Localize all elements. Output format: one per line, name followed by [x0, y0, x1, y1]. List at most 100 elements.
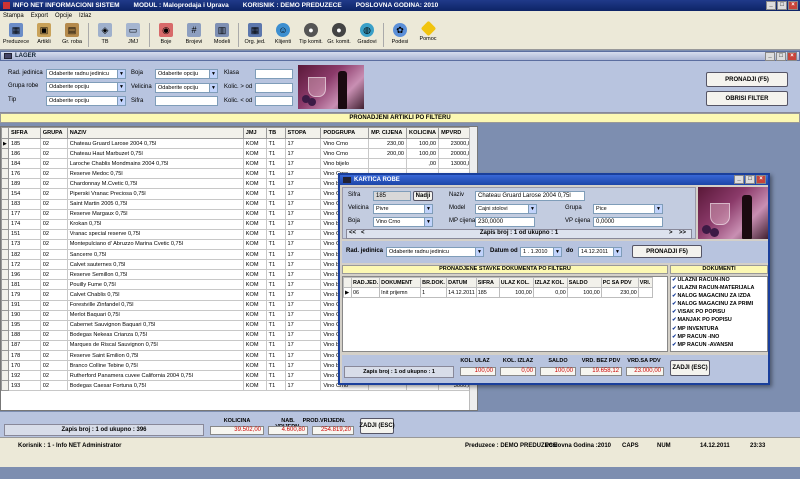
- menu-export[interactable]: Export: [31, 13, 48, 19]
- grupa-robe-select[interactable]: Odaberite opciju ▼: [46, 82, 126, 92]
- sifra-input[interactable]: [155, 96, 218, 106]
- dialog-grupa-select[interactable]: Pice ▼: [593, 204, 663, 214]
- dialog-mp-input[interactable]: 230,0000: [475, 217, 535, 227]
- document-item[interactable]: ✔ULAZNI RACUN-INO: [671, 277, 767, 285]
- document-item[interactable]: ✔ULAZNI RACUN-MATERIJALA: [671, 285, 767, 293]
- toolbar-tb[interactable]: ◈ TB: [91, 21, 119, 49]
- minimize-icon[interactable]: _: [765, 52, 775, 61]
- column-header[interactable]: DOKUMENT: [379, 277, 422, 288]
- toolbar-brojevi[interactable]: # Brojevi: [180, 21, 208, 49]
- nav-last-icon[interactable]: >>: [679, 230, 686, 236]
- zadji-button[interactable]: ZADJI (ESC): [359, 418, 395, 434]
- toolbar-jmj[interactable]: ▭ JMJ: [119, 21, 147, 49]
- table-row[interactable]: ▶ 185 02 Chateau Gruard Larose 2004 0,75l KO…: [1, 137, 477, 150]
- nav-next-icon[interactable]: >: [669, 230, 673, 236]
- checkmark-icon[interactable]: ✔: [672, 301, 677, 307]
- table-row[interactable]: 186 02 Chateau Haut Marbuzet 0,75l KOM T1 17 V…: [1, 148, 477, 160]
- nadji-button[interactable]: Nadji: [413, 191, 433, 201]
- column-header[interactable]: DATUM: [446, 277, 477, 288]
- maximize-icon[interactable]: □: [745, 175, 755, 184]
- checkmark-icon[interactable]: ✔: [672, 326, 677, 332]
- window-icon: [343, 177, 351, 183]
- table-row[interactable]: ▶ 06 Init prijemn 1 14.12.2011 185 100,00 0,00 1…: [343, 287, 653, 298]
- dialog-velicina-select[interactable]: Pivre ▼: [373, 204, 433, 214]
- close-icon[interactable]: ×: [788, 1, 798, 10]
- column-header[interactable]: MP. CIJENA: [368, 127, 408, 139]
- column-header[interactable]: BR.DOK.: [420, 277, 448, 288]
- checkmark-icon[interactable]: ✔: [672, 317, 677, 323]
- column-header[interactable]: NAZIV: [66, 127, 244, 139]
- menu-stampa[interactable]: Stampa: [3, 13, 24, 19]
- column-header[interactable]: IZLAZ KOL.: [532, 277, 568, 288]
- checkmark-icon[interactable]: ✔: [672, 293, 677, 299]
- column-header[interactable]: TB: [265, 127, 286, 139]
- menu-izlaz[interactable]: Izlaz: [79, 13, 91, 19]
- table-cell: 100,00: [406, 148, 440, 160]
- app-year: POSLOVNA GODINA: 2010: [355, 2, 439, 9]
- document-item[interactable]: ✔MP INVENTURA: [671, 326, 767, 334]
- dialog-rad-select[interactable]: Odaberite radnu jedinicu ▼: [386, 247, 484, 257]
- document-item[interactable]: ✔NALOG MAGACINU ZA PRIMI: [671, 301, 767, 309]
- toolbar-podesi[interactable]: ✿ Podesi: [386, 21, 414, 49]
- document-item[interactable]: ✔MANJAK PO POPISU: [671, 317, 767, 325]
- checkmark-icon[interactable]: ✔: [672, 285, 677, 291]
- datum-do-input[interactable]: 14.12.2011 ▼: [578, 247, 622, 257]
- velicina-select[interactable]: Odaberite opciju ▼: [155, 83, 218, 93]
- document-item[interactable]: ✔NALOG MAGACINU ZA IZDA: [671, 293, 767, 301]
- document-item[interactable]: ✔MP RACUN -INO: [671, 334, 767, 342]
- obrisi-filter-button[interactable]: OBRISI FILTER: [706, 91, 788, 106]
- document-item[interactable]: ✔VISAK PO POPISU: [671, 309, 767, 317]
- toolbar-preduzece[interactable]: ▦ Preduzece: [2, 21, 30, 49]
- close-icon[interactable]: ×: [756, 175, 766, 184]
- column-header[interactable]: PODGRUPA: [320, 127, 370, 139]
- column-header[interactable]: JMJ: [242, 127, 267, 139]
- toolbar-gr-roba[interactable]: ▤ Gr. roba: [58, 21, 86, 49]
- checkmark-icon[interactable]: ✔: [672, 342, 677, 348]
- checkmark-icon[interactable]: ✔: [672, 277, 677, 283]
- dialog-vp-input[interactable]: 0,0000: [593, 217, 663, 227]
- toolbar-modeli[interactable]: ▥ Modeli: [208, 21, 236, 49]
- toolbar-gr-komit[interactable]: ● Gr. komit.: [325, 21, 353, 49]
- column-header[interactable]: ULAZ KOL.: [498, 277, 534, 288]
- pronadji-button[interactable]: PRONADJI (F5): [706, 72, 788, 87]
- toolbar-org-jed[interactable]: ▦ Org. jed.: [241, 21, 269, 49]
- minimize-icon[interactable]: _: [734, 175, 744, 184]
- document-item[interactable]: ✔MP RACUN -AVANSNI: [671, 342, 767, 350]
- table-row[interactable]: 184 02 Laroche Chablis Mondmains 2004 0,75…: [1, 158, 477, 170]
- dialog-sifra-input[interactable]: 185: [373, 191, 411, 201]
- tip-select[interactable]: Odaberite opciju ▼: [46, 96, 126, 106]
- menu-opcije[interactable]: Opcije: [55, 13, 72, 19]
- maximize-icon[interactable]: □: [776, 52, 786, 61]
- kolic-od-input[interactable]: [255, 83, 293, 93]
- maximize-icon[interactable]: □: [777, 1, 787, 10]
- boja-select[interactable]: Odaberite opciju ▼: [155, 69, 218, 79]
- column-header[interactable]: GRUPA: [39, 127, 68, 139]
- klasa-input[interactable]: [255, 69, 293, 79]
- toolbar-tip-komit[interactable]: ● Tip komit.: [297, 21, 325, 49]
- dialog-pronadji-button[interactable]: PRONADJI F5): [632, 245, 702, 258]
- checkmark-icon[interactable]: ✔: [672, 334, 677, 340]
- column-header[interactable]: KOLICINA: [406, 127, 440, 139]
- kolic-do-input[interactable]: [255, 96, 293, 106]
- toolbar-klijenti[interactable]: ☺ Klijenti: [269, 21, 297, 49]
- toolbar-gradovi[interactable]: ◍ Gradovi: [353, 21, 381, 49]
- toolbar-artikli[interactable]: ▣ Artikli: [30, 21, 58, 49]
- column-header[interactable]: SALDO: [566, 277, 602, 288]
- column-header[interactable]: RAD.JED.: [350, 277, 381, 288]
- column-header[interactable]: PC SA PDV: [600, 277, 639, 288]
- dialog-naziv-input[interactable]: Chateau Gruard Larose 2004 0,75l: [475, 191, 585, 201]
- dialog-boja-select[interactable]: Vino Crno ▼: [373, 217, 433, 227]
- minimize-icon[interactable]: _: [766, 1, 776, 10]
- column-header[interactable]: VRI.: [637, 277, 653, 288]
- checkmark-icon[interactable]: ✔: [672, 309, 677, 315]
- toolbar-boje[interactable]: ◉ Boje: [152, 21, 180, 49]
- column-header[interactable]: SIFRA: [475, 277, 500, 288]
- datum-od-input[interactable]: 1 . 1.2010 ▼: [520, 247, 562, 257]
- dialog-zadji-button[interactable]: ZADJI (ESC): [670, 360, 710, 376]
- column-header[interactable]: STOPA: [284, 127, 322, 139]
- rad-jedinica-select[interactable]: Odaberite radnu jedinicu ▼: [46, 69, 126, 79]
- toolbar-pomoc[interactable]: Pomoc: [414, 20, 442, 49]
- close-icon[interactable]: ×: [787, 52, 797, 61]
- dialog-model-select[interactable]: Cajni stolovi ▼: [475, 204, 537, 214]
- column-header[interactable]: SIFRA: [7, 127, 41, 139]
